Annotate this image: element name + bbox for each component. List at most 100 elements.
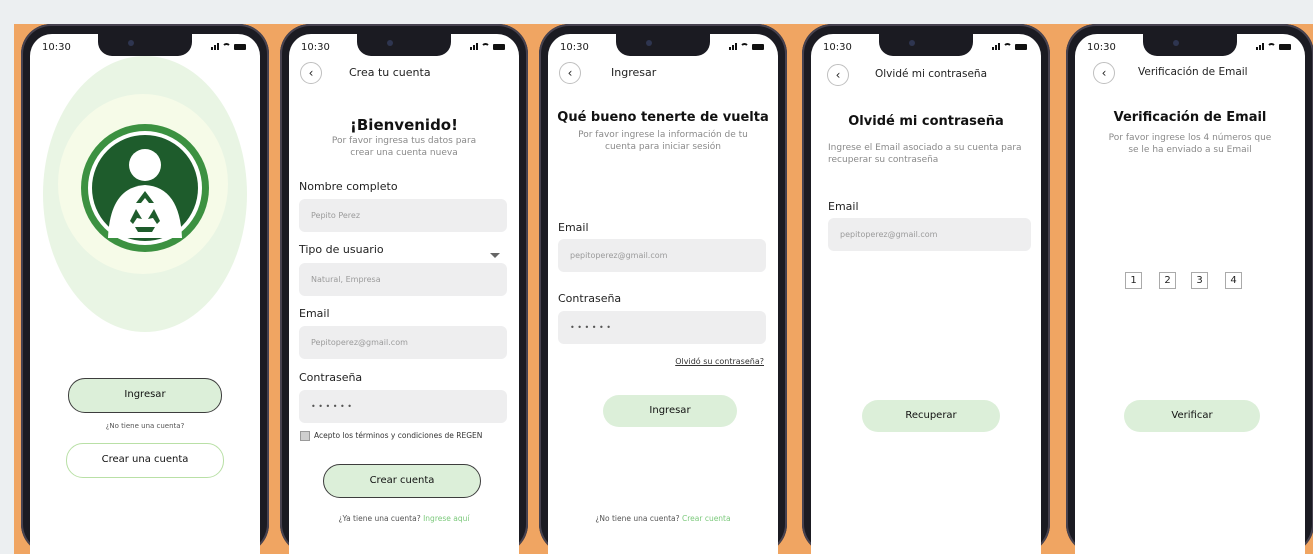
status-time: 10:30: [42, 42, 71, 53]
wifi-icon: [222, 43, 231, 50]
login-link[interactable]: Ingrese aquí: [423, 514, 469, 523]
screen-forgot-password: 10:30 ‹ Olvidé mi contraseña Olvidé mi c…: [811, 34, 1041, 554]
battery-icon: [493, 44, 505, 50]
phone-register: 10:30 ‹ Crea tu cuenta ¡Bienvenido! Por …: [280, 24, 528, 554]
header: ‹ Ingresar: [548, 62, 778, 84]
code-digit-1[interactable]: 1: [1125, 272, 1142, 289]
forgot-password-link[interactable]: Olvidó su contraseña?: [675, 357, 764, 366]
email-input[interactable]: pepitoperez@gmail.com: [828, 218, 1031, 251]
email-label: Email: [558, 221, 589, 234]
status-time: 10:30: [301, 42, 330, 53]
chevron-left-icon: ‹: [835, 68, 841, 82]
header: ‹ Olvidé mi contraseña: [811, 64, 1041, 86]
status-time: 10:30: [823, 42, 852, 53]
login-button[interactable]: Ingresar: [603, 395, 737, 427]
mockup-stage: 10:30 Ingresar ¿No tiene una cuenta? Cre…: [0, 0, 1313, 554]
password-input[interactable]: • • • • • •: [558, 311, 766, 344]
terms-checkbox[interactable]: [300, 431, 310, 441]
status-time: 10:30: [560, 42, 589, 53]
chevron-down-icon[interactable]: [490, 253, 500, 258]
signal-icon: [470, 43, 478, 50]
notch: [616, 34, 710, 56]
page-subtitle: Por favor ingresa tus datos para crear u…: [331, 136, 477, 158]
back-button[interactable]: ‹: [827, 64, 849, 86]
page-subtitle: Ingrese el Email asociado a su cuenta pa…: [828, 143, 1022, 165]
notch: [357, 34, 451, 56]
email-label: Email: [299, 307, 330, 320]
page-subtitle: Por favor ingrese la información de tu c…: [578, 130, 748, 152]
status-icons: [211, 43, 246, 50]
create-account-button[interactable]: Crear cuenta: [323, 464, 481, 498]
battery-icon: [1015, 44, 1027, 50]
signal-icon: [992, 43, 1000, 50]
no-account-text: ¿No tiene una cuenta?: [595, 514, 680, 523]
wifi-icon: [481, 43, 490, 50]
status-icons: [470, 43, 505, 50]
recover-button[interactable]: Recuperar: [862, 400, 1000, 432]
status-icons: [992, 43, 1027, 50]
page-title: Verificación de Email: [1113, 110, 1267, 125]
no-account-text: ¿No tiene una cuenta?: [105, 422, 185, 430]
screen-register: 10:30 ‹ Crea tu cuenta ¡Bienvenido! Por …: [289, 34, 519, 554]
header-title: Verificación de Email: [1138, 66, 1248, 78]
have-account-text: ¿Ya tiene una cuenta?: [338, 514, 421, 523]
signal-icon: [1256, 43, 1264, 50]
header: ‹ Verificación de Email: [1075, 62, 1305, 84]
chevron-left-icon: ‹: [567, 66, 573, 80]
name-input[interactable]: Pepito Perez: [299, 199, 507, 232]
password-input[interactable]: • • • • • •: [299, 390, 507, 423]
back-button[interactable]: ‹: [300, 62, 322, 84]
phone-login: 10:30 ‹ Ingresar Qué bueno tenerte de vu…: [539, 24, 787, 554]
back-button[interactable]: ‹: [559, 62, 581, 84]
create-account-button[interactable]: Crear una cuenta: [66, 443, 224, 478]
verify-button[interactable]: Verificar: [1124, 400, 1260, 432]
create-account-link[interactable]: Crear cuenta: [682, 514, 731, 523]
recycle-person-icon: [81, 124, 209, 252]
email-input[interactable]: Pepitoperez@gmail.com: [299, 326, 507, 359]
wifi-icon: [1003, 43, 1012, 50]
status-icons: [729, 43, 764, 50]
battery-icon: [234, 44, 246, 50]
page-title: Olvidé mi contraseña: [848, 114, 1004, 129]
password-label: Contraseña: [558, 292, 622, 305]
chevron-left-icon: ‹: [1101, 66, 1107, 80]
name-label: Nombre completo: [299, 180, 398, 193]
page-title: Qué bueno tenerte de vuelta: [557, 110, 769, 125]
battery-icon: [752, 44, 764, 50]
signal-icon: [211, 43, 219, 50]
notch: [879, 34, 973, 56]
terms-label: Acepto los términos y condiciones de REG…: [314, 431, 483, 440]
header-title: Ingresar: [611, 66, 657, 79]
battery-icon: [1279, 44, 1291, 50]
logo: [80, 123, 210, 253]
header-title: Olvidé mi contraseña: [875, 68, 987, 80]
email-label: Email: [828, 200, 859, 213]
code-digit-2[interactable]: 2: [1159, 272, 1176, 289]
user-type-label: Tipo de usuario: [299, 243, 384, 256]
notch: [1143, 34, 1237, 56]
screen-login: 10:30 ‹ Ingresar Qué bueno tenerte de vu…: [548, 34, 778, 554]
user-type-select[interactable]: Natural, Empresa: [299, 263, 507, 296]
header-title: Crea tu cuenta: [349, 66, 431, 79]
no-account-row: ¿No tiene una cuenta? Crear cuenta: [548, 514, 778, 523]
screen-welcome: 10:30 Ingresar ¿No tiene una cuenta? Cre…: [30, 34, 260, 554]
status-time: 10:30: [1087, 42, 1116, 53]
notch: [98, 34, 192, 56]
back-button[interactable]: ‹: [1093, 62, 1115, 84]
page-title: ¡Bienvenido!: [350, 116, 458, 134]
phone-welcome: 10:30 Ingresar ¿No tiene una cuenta? Cre…: [21, 24, 269, 554]
wifi-icon: [1267, 43, 1276, 50]
chevron-left-icon: ‹: [308, 66, 314, 80]
status-icons: [1256, 43, 1291, 50]
login-button[interactable]: Ingresar: [68, 378, 222, 413]
phone-verify-email: 10:30 ‹ Verificación de Email Verificaci…: [1066, 24, 1313, 554]
screen-verify-email: 10:30 ‹ Verificación de Email Verificaci…: [1075, 34, 1305, 554]
code-digit-3[interactable]: 3: [1191, 272, 1208, 289]
code-digit-4[interactable]: 4: [1225, 272, 1242, 289]
signal-icon: [729, 43, 737, 50]
page-subtitle: Por favor ingrese los 4 números que se l…: [1108, 133, 1272, 155]
have-account-row: ¿Ya tiene una cuenta? Ingrese aquí: [289, 514, 519, 523]
phone-forgot-password: 10:30 ‹ Olvidé mi contraseña Olvidé mi c…: [802, 24, 1050, 554]
email-input[interactable]: pepitoperez@gmail.com: [558, 239, 766, 272]
header: ‹ Crea tu cuenta: [289, 62, 519, 84]
